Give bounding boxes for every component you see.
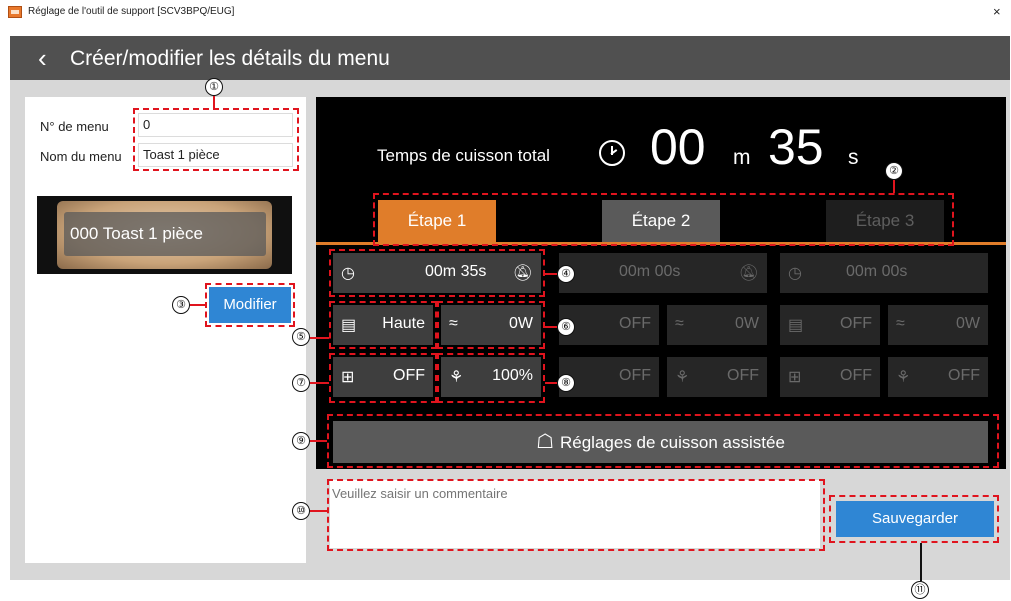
thumbnail-label: 000 Toast 1 pièce (64, 212, 266, 256)
step2-time: 00m 00s (619, 263, 681, 280)
callout-9: ⑨ (292, 432, 310, 450)
step2-fan-cell[interactable]: ⚘ OFF (667, 357, 767, 397)
leader-line-10 (310, 510, 327, 512)
microwave-icon: ≈ (896, 315, 905, 332)
step2-top-heater: OFF (619, 315, 651, 332)
window-title: Réglage de l'outil de support [SCV3BPQ/E… (28, 6, 235, 17)
step2-time-cell[interactable]: 00m 00s 🔕︎ (559, 253, 767, 293)
total-minutes: 00 (650, 119, 706, 175)
annotation-frame-2 (373, 193, 954, 246)
annotation-frame-3 (205, 283, 295, 327)
annotation-frame-10 (327, 479, 825, 551)
app-icon (8, 6, 22, 18)
step3-microwave: 0W (956, 315, 980, 332)
annotation-frame-11 (829, 495, 999, 543)
step3-top-heater: OFF (840, 315, 872, 332)
window-close-button[interactable]: × (993, 4, 1001, 19)
page-title: Créer/modifier les détails du menu (70, 47, 390, 70)
leader-line-2 (893, 180, 895, 193)
leader-line-1 (213, 96, 215, 108)
step3-fan: OFF (948, 367, 980, 384)
top-heater-icon: ▤ (788, 317, 804, 334)
leader-line-7 (310, 382, 329, 384)
menu-thumbnail: 000 Toast 1 pièce (37, 196, 292, 274)
fan-icon: ⚘ (896, 369, 911, 386)
callout-1: ① (205, 78, 223, 96)
callout-2: ② (885, 162, 903, 180)
menu-number-label: N° de menu (40, 119, 109, 134)
callout-4: ④ (557, 265, 575, 283)
callout-11: ⑪ (911, 581, 929, 599)
step3-fan-cell[interactable]: ⚘ OFF (888, 357, 988, 397)
chevron-left-icon[interactable]: ‹ (38, 44, 47, 72)
callout-10: ⑩ (292, 502, 310, 520)
step3-bottom-heater: OFF (840, 367, 872, 384)
callout-3: ③ (172, 296, 190, 314)
leader-line-8 (545, 382, 557, 384)
annotation-frame-4 (329, 249, 545, 297)
annotation-frame-6 (437, 301, 545, 349)
step2-fan: OFF (727, 367, 759, 384)
menu-name-label: Nom du menu (40, 149, 122, 164)
bell-off-icon: 🔕︎ (738, 265, 759, 282)
annotation-frame-7 (329, 353, 437, 403)
step3-top-heater-cell[interactable]: ▤ OFF (780, 305, 880, 345)
total-seconds: 35 (768, 119, 824, 175)
callout-7: ⑦ (292, 374, 310, 392)
minutes-unit: m (733, 146, 751, 169)
bottom-heater-icon: ⊞ (788, 369, 802, 386)
leader-line-4 (545, 273, 557, 275)
annotation-frame-9 (327, 414, 999, 468)
step3-time-cell[interactable]: ◷ 00m 00s (780, 253, 988, 293)
clock-icon: ◷ (788, 265, 802, 282)
clock-icon (599, 140, 625, 166)
leader-line-6 (545, 326, 557, 328)
callout-6: ⑥ (557, 318, 575, 336)
step2-microwave-cell[interactable]: ≈ 0W (667, 305, 767, 345)
leader-line-3 (190, 304, 205, 306)
seconds-unit: s (848, 146, 859, 169)
annotation-frame-5 (329, 301, 437, 349)
microwave-icon: ≈ (675, 315, 684, 332)
callout-5: ⑤ (292, 328, 310, 346)
leader-line-11 (920, 543, 922, 581)
fan-icon: ⚘ (675, 369, 690, 386)
step3-bottom-heater-cell[interactable]: ⊞ OFF (780, 357, 880, 397)
leader-line-9 (310, 440, 327, 442)
annotation-frame-1 (133, 108, 299, 171)
step2-microwave: 0W (735, 315, 759, 332)
annotation-frame-8 (437, 353, 545, 403)
callout-8: ⑧ (557, 374, 575, 392)
total-time-label: Temps de cuisson total (377, 146, 550, 165)
step2-bottom-heater-cell[interactable]: OFF (559, 357, 659, 397)
step3-time: 00m 00s (846, 263, 908, 280)
leader-line-5 (310, 337, 329, 339)
step2-bottom-heater: OFF (619, 367, 651, 384)
step3-microwave-cell[interactable]: ≈ 0W (888, 305, 988, 345)
